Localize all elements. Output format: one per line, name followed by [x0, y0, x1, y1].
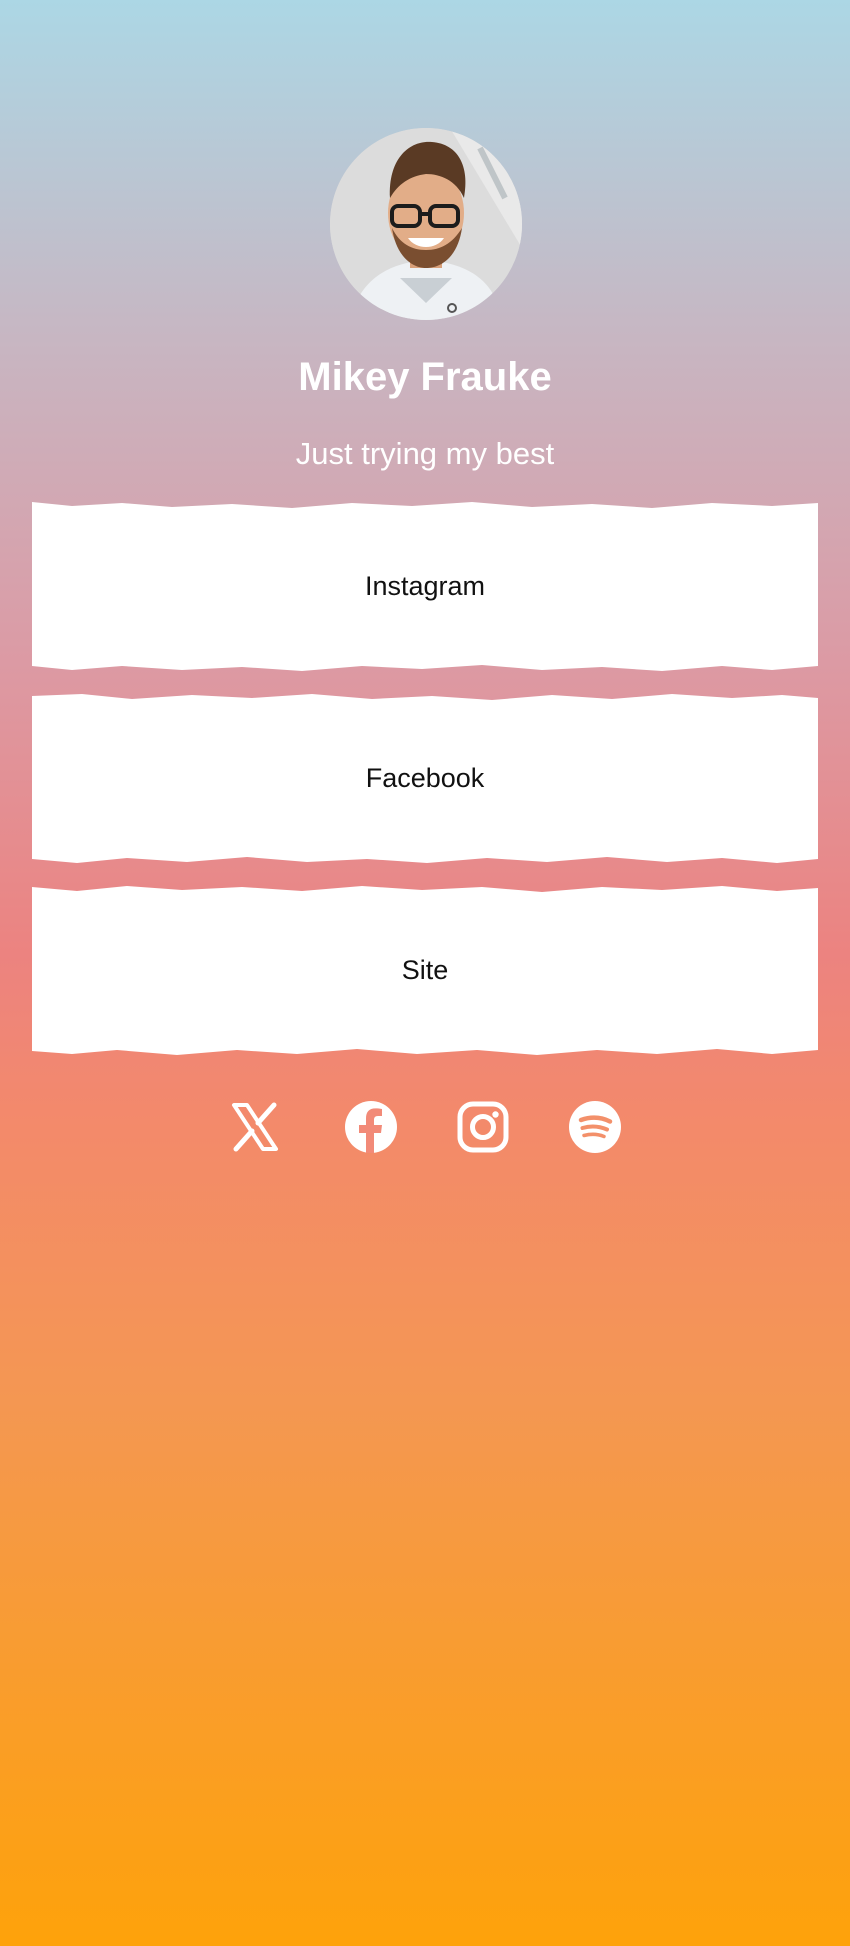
profile-bio: Just trying my best: [295, 436, 555, 471]
link-label: Site: [401, 955, 449, 985]
x-icon[interactable]: [227, 1099, 283, 1155]
avatar-portrait: [330, 128, 522, 320]
link-in-bio-page: Mikey Frauke Just trying my best Instagr…: [0, 0, 850, 1946]
social-icons-row: [0, 1099, 850, 1155]
avatar: [330, 128, 522, 320]
link-label: Facebook: [365, 763, 485, 793]
profile-name: Mikey Frauke: [298, 355, 552, 399]
instagram-icon[interactable]: [455, 1099, 511, 1155]
link-button-facebook[interactable]: Facebook: [32, 692, 818, 864]
link-button-site[interactable]: Site: [32, 884, 818, 1056]
spotify-icon[interactable]: [567, 1099, 623, 1155]
link-label: Instagram: [364, 571, 486, 601]
facebook-icon[interactable]: [343, 1099, 399, 1155]
link-button-instagram[interactable]: Instagram: [32, 500, 818, 672]
